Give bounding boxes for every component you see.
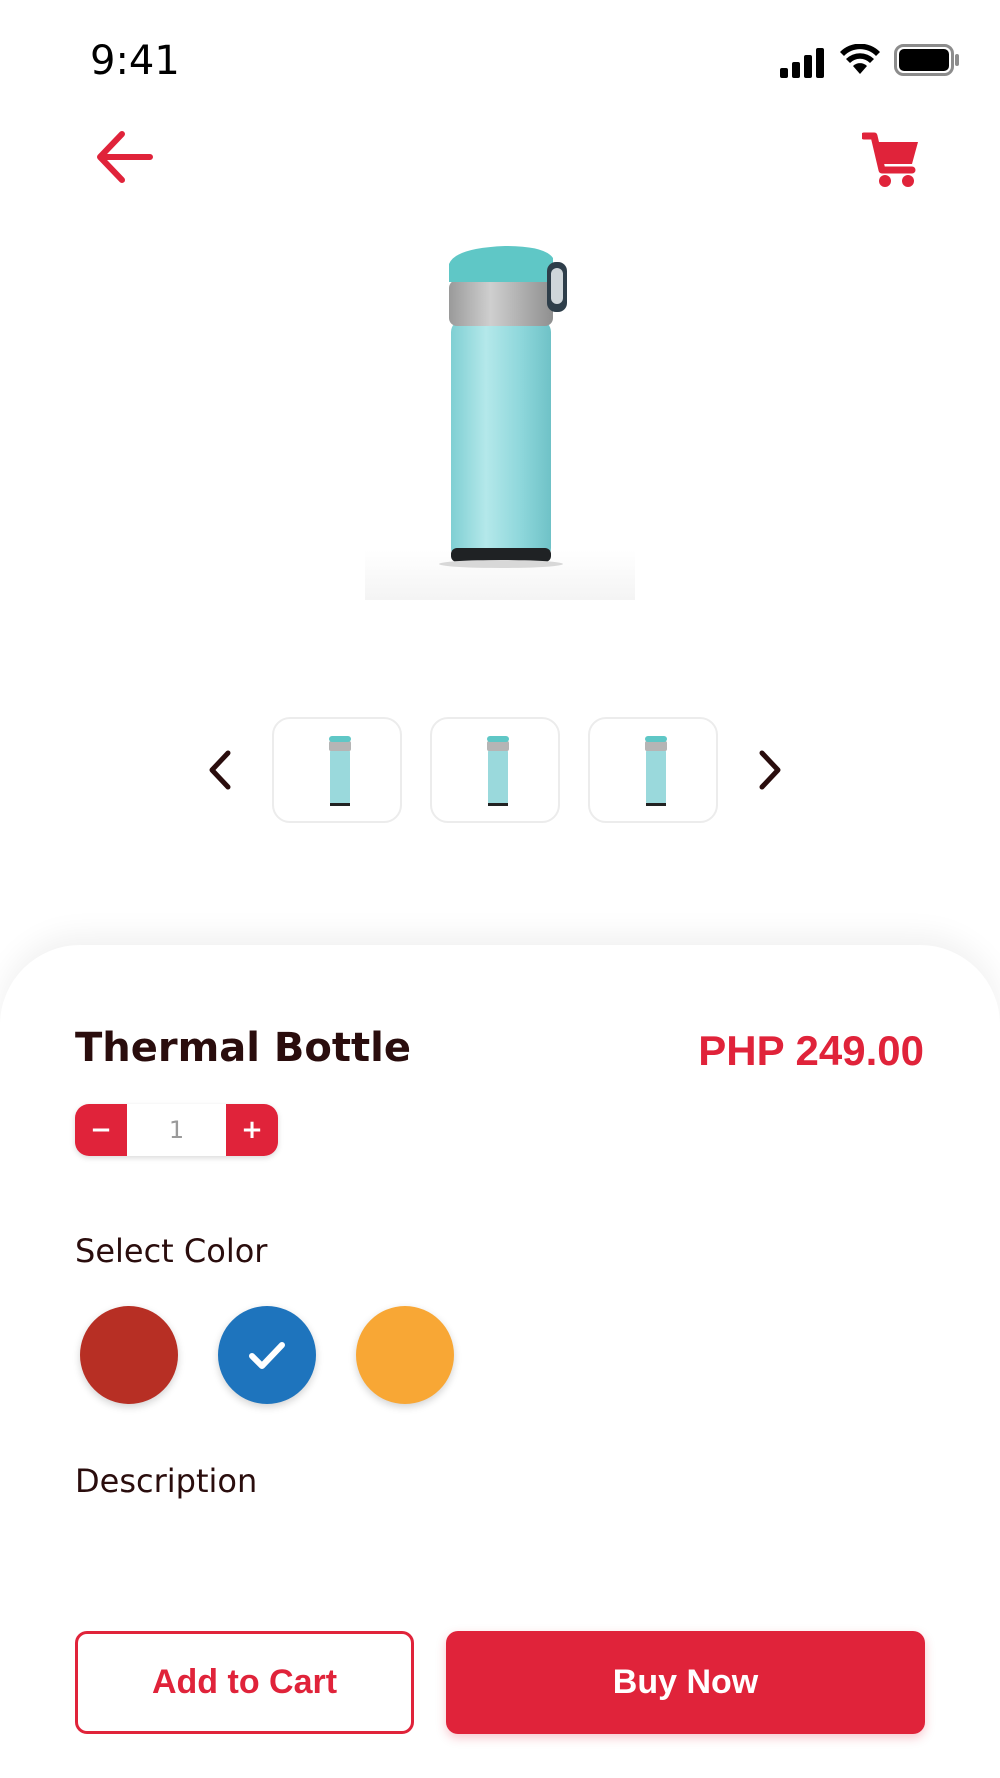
gallery-next-button[interactable] <box>750 745 790 795</box>
color-swatch-orange[interactable] <box>356 1306 454 1404</box>
chevron-right-icon <box>759 750 781 790</box>
checkmark-icon <box>249 1342 285 1369</box>
select-color-label: Select Color <box>75 1232 268 1270</box>
chevron-left-icon <box>209 750 231 790</box>
color-swatch-blue[interactable] <box>218 1306 316 1404</box>
arrow-left-icon <box>97 131 153 183</box>
buy-now-button[interactable]: Buy Now <box>446 1631 925 1734</box>
status-bar: 9:41 <box>0 0 1000 120</box>
product-image <box>365 240 635 600</box>
thumbnail-2[interactable] <box>430 717 560 823</box>
status-icons <box>780 44 960 80</box>
color-swatch-red[interactable] <box>80 1306 178 1404</box>
add-to-cart-button[interactable]: Add to Cart <box>75 1631 414 1734</box>
gallery-prev-button[interactable] <box>200 745 240 795</box>
thumbnail-image <box>645 736 667 806</box>
thumbnail-3[interactable] <box>588 717 718 823</box>
cart-button[interactable] <box>860 130 922 190</box>
cellular-signal-icon <box>780 48 824 78</box>
thumbnail-image <box>487 736 509 806</box>
product-price: PHP 249.00 <box>698 1027 924 1074</box>
wifi-icon <box>840 44 880 74</box>
quantity-increment-button[interactable]: + <box>226 1104 278 1156</box>
battery-icon <box>894 44 959 76</box>
product-name: Thermal Bottle <box>75 1025 411 1071</box>
back-button[interactable] <box>92 128 158 186</box>
shopping-cart-icon <box>860 132 918 187</box>
quantity-stepper: − 1 + <box>75 1104 278 1156</box>
quantity-decrement-button[interactable]: − <box>75 1104 127 1156</box>
thumbnail-image <box>329 736 351 806</box>
quantity-value[interactable]: 1 <box>127 1104 226 1156</box>
description-label: Description <box>75 1462 258 1500</box>
thumbnail-1[interactable] <box>272 717 402 823</box>
status-time: 9:41 <box>90 38 180 84</box>
